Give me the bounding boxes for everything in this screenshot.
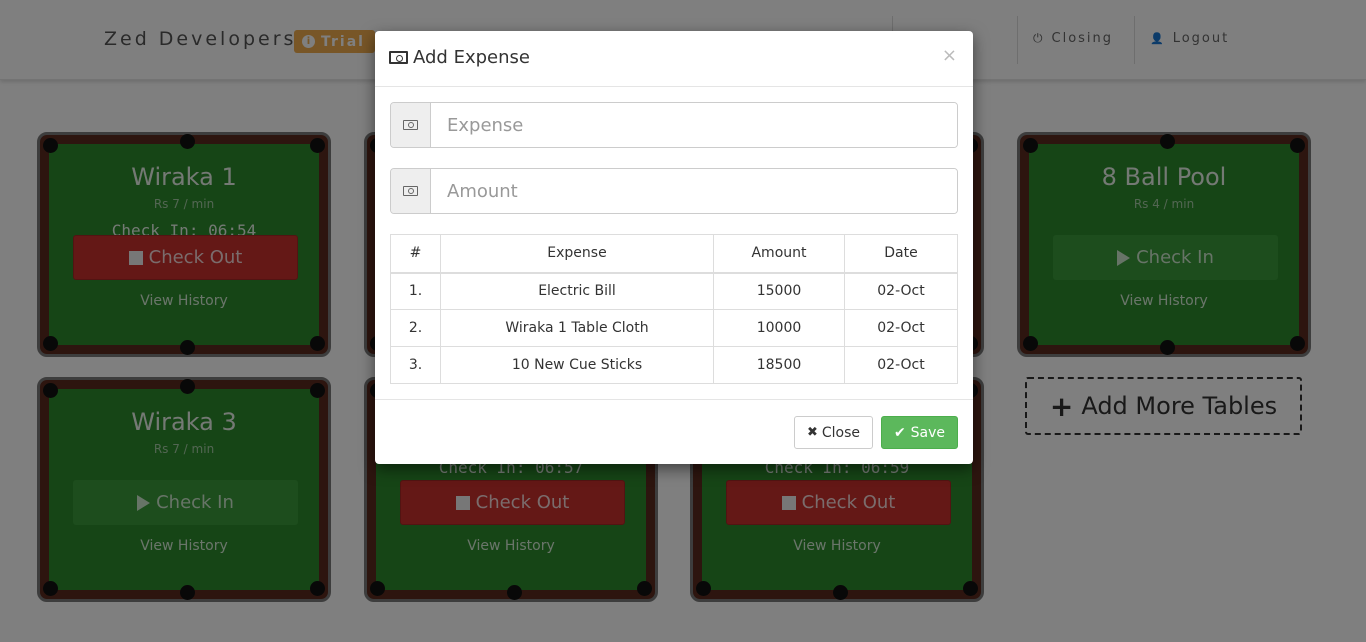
close-label: Close (821, 424, 861, 441)
money-icon (403, 120, 418, 130)
column-header: Expense (440, 234, 714, 274)
money-icon (403, 186, 418, 196)
expense-name: Electric Bill (440, 272, 714, 310)
amount-input-group (390, 168, 958, 214)
expense-input-group (390, 102, 958, 148)
money-icon (389, 51, 408, 64)
table-row: 2. Wiraka 1 Table Cloth 10000 02-Oct (390, 309, 958, 347)
table-row: 3. 10 New Cue Sticks 18500 02-Oct (390, 346, 958, 384)
check-icon: ✔ (893, 424, 906, 441)
expense-name: 10 New Cue Sticks (440, 346, 714, 384)
expense-date: 02-Oct (844, 272, 958, 310)
expense-amount: 15000 (713, 272, 845, 310)
expense-addon (391, 103, 431, 147)
close-button[interactable]: ✖ Close (794, 416, 873, 449)
expense-amount: 18500 (713, 346, 845, 384)
modal-header: Add Expense × (375, 31, 973, 87)
row-number: 1. (390, 272, 441, 310)
expense-amount: 10000 (713, 309, 845, 347)
expense-name: Wiraka 1 Table Cloth (440, 309, 714, 347)
row-number: 3. (390, 346, 441, 384)
expense-table: # Expense Amount Date 1. Electric Bill 1… (390, 234, 958, 384)
expense-input[interactable] (431, 103, 957, 147)
amount-addon (391, 169, 431, 213)
row-number: 2. (390, 309, 441, 347)
amount-input[interactable] (431, 169, 957, 213)
expense-date: 02-Oct (844, 309, 958, 347)
add-expense-modal: Add Expense × # Expense Amount Date 1. E… (375, 31, 973, 464)
modal-title: Add Expense (389, 47, 530, 68)
modal-footer: ✖ Close ✔ Save (375, 399, 973, 464)
save-button[interactable]: ✔ Save (881, 416, 958, 449)
expense-date: 02-Oct (844, 346, 958, 384)
save-label: Save (910, 424, 946, 441)
close-icon: ✖ (806, 425, 818, 440)
table-row: 1. Electric Bill 15000 02-Oct (390, 272, 958, 310)
modal-title-text: Add Expense (413, 47, 530, 68)
table-header-row: # Expense Amount Date (390, 234, 958, 274)
column-header: # (390, 234, 441, 274)
close-icon[interactable]: × (942, 45, 957, 66)
column-header: Amount (713, 234, 845, 274)
column-header: Date (844, 234, 958, 274)
